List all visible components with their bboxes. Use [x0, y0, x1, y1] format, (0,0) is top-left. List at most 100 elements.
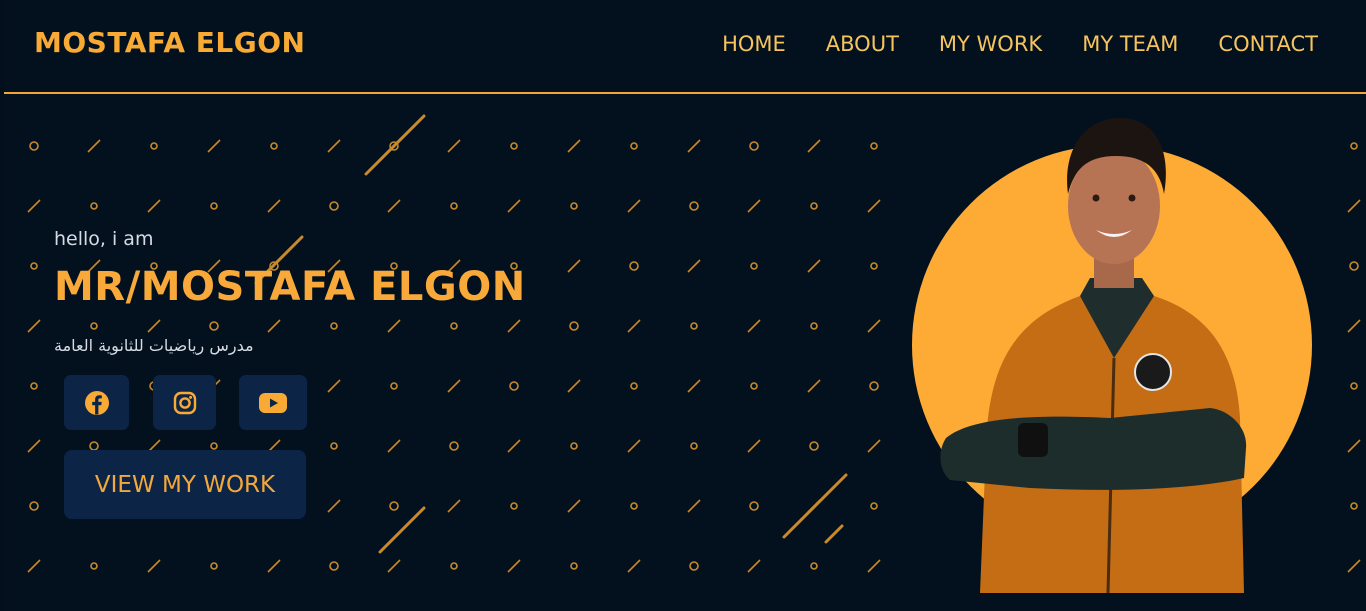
pattern-mark: [627, 439, 641, 453]
pattern-mark: [870, 262, 878, 270]
hero-section: hello, i am MR/MOSTAFA ELGON مدرس رياضيا…: [4, 96, 1366, 611]
pattern-mark: [329, 201, 339, 211]
pattern-mark: [1347, 559, 1361, 573]
instagram-icon: [173, 391, 196, 414]
pattern-mark: [507, 319, 521, 333]
pattern-mark: [690, 322, 698, 330]
pattern-mark: [747, 559, 761, 573]
pattern-mark: [507, 559, 521, 573]
pattern-mark: [209, 321, 219, 331]
pattern-mark: [387, 199, 401, 213]
nav-about[interactable]: ABOUT: [826, 32, 899, 56]
pattern-mark: [390, 382, 398, 390]
pattern-mark: [867, 319, 881, 333]
pattern-mark: [267, 319, 281, 333]
pattern-mark: [807, 379, 821, 393]
pattern-mark: [750, 262, 758, 270]
pattern-mark: [29, 141, 39, 151]
streak: [824, 524, 844, 544]
pattern-mark: [270, 142, 278, 150]
pattern-mark: [630, 382, 638, 390]
pattern-mark: [810, 322, 818, 330]
pattern-mark: [327, 379, 341, 393]
pattern-mark: [869, 381, 879, 391]
pattern-mark: [450, 202, 458, 210]
site-header: MOSTAFA ELGON HOME ABOUT MY WORK MY TEAM…: [4, 0, 1366, 94]
pattern-mark: [629, 261, 639, 271]
youtube-button[interactable]: [239, 375, 307, 430]
pattern-mark: [867, 199, 881, 213]
pattern-mark: [507, 439, 521, 453]
pattern-mark: [807, 259, 821, 273]
hero-name: MR/MOSTAFA ELGON: [54, 264, 526, 310]
pattern-mark: [870, 502, 878, 510]
facebook-button[interactable]: [64, 375, 129, 430]
pattern-mark: [867, 559, 881, 573]
pattern-mark: [810, 202, 818, 210]
pattern-mark: [567, 139, 581, 153]
pattern-mark: [90, 562, 98, 570]
diagonal-streaks: [254, 114, 848, 554]
pattern-mark: [687, 259, 701, 273]
pattern-mark: [687, 379, 701, 393]
pattern-mark: [690, 442, 698, 450]
pattern-mark: [387, 439, 401, 453]
streak: [364, 114, 426, 176]
pattern-mark: [210, 442, 218, 450]
pattern-mark: [510, 502, 518, 510]
pattern-mark: [507, 199, 521, 213]
pattern-mark: [1349, 261, 1359, 271]
pattern-mark: [749, 501, 759, 511]
hero-greeting: hello, i am: [54, 228, 154, 250]
pattern-mark: [389, 501, 399, 511]
pattern-mark: [1350, 502, 1358, 510]
pattern-mark: [687, 139, 701, 153]
pattern-mark: [327, 499, 341, 513]
pattern-mark: [747, 439, 761, 453]
view-my-work-button[interactable]: VIEW MY WORK: [64, 450, 306, 519]
pattern-mark: [747, 199, 761, 213]
pattern-mark: [630, 502, 638, 510]
pattern-mark: [447, 379, 461, 393]
pattern-mark: [30, 262, 38, 270]
pattern-mark: [867, 439, 881, 453]
pattern-mark: [87, 139, 101, 153]
page: MOSTAFA ELGON HOME ABOUT MY WORK MY TEAM…: [4, 0, 1366, 611]
pattern-mark: [267, 559, 281, 573]
pattern-mark: [447, 499, 461, 513]
nav-my-work[interactable]: MY WORK: [939, 32, 1042, 56]
pattern-mark: [1347, 439, 1361, 453]
instagram-button[interactable]: [153, 375, 216, 430]
pattern-mark: [567, 259, 581, 273]
pattern-mark: [29, 501, 39, 511]
pattern-mark: [327, 139, 341, 153]
pattern-mark: [689, 201, 699, 211]
pattern-mark: [689, 561, 699, 571]
nav-contact[interactable]: CONTACT: [1218, 32, 1318, 56]
streak: [782, 473, 848, 539]
pattern-mark: [809, 441, 819, 451]
profile-portrait: [912, 118, 1312, 593]
pattern-mark: [749, 141, 759, 151]
pattern-mark: [570, 442, 578, 450]
pattern-mark: [150, 142, 158, 150]
pattern-mark: [510, 142, 518, 150]
pattern-mark: [210, 562, 218, 570]
pattern-mark: [90, 202, 98, 210]
main-nav: HOME ABOUT MY WORK MY TEAM CONTACT: [722, 32, 1318, 56]
pattern-mark: [27, 559, 41, 573]
pattern-mark: [807, 139, 821, 153]
pattern-mark: [450, 322, 458, 330]
pattern-mark: [567, 379, 581, 393]
nav-my-team[interactable]: MY TEAM: [1082, 32, 1178, 56]
pattern-mark: [90, 322, 98, 330]
pattern-mark: [1350, 142, 1358, 150]
pattern-mark: [509, 381, 519, 391]
pattern-mark: [330, 322, 338, 330]
streak: [378, 506, 426, 554]
nav-home[interactable]: HOME: [722, 32, 786, 56]
pattern-mark: [450, 562, 458, 570]
pattern-mark: [627, 199, 641, 213]
pattern-mark: [569, 321, 579, 331]
site-logo[interactable]: MOSTAFA ELGON: [34, 26, 305, 59]
